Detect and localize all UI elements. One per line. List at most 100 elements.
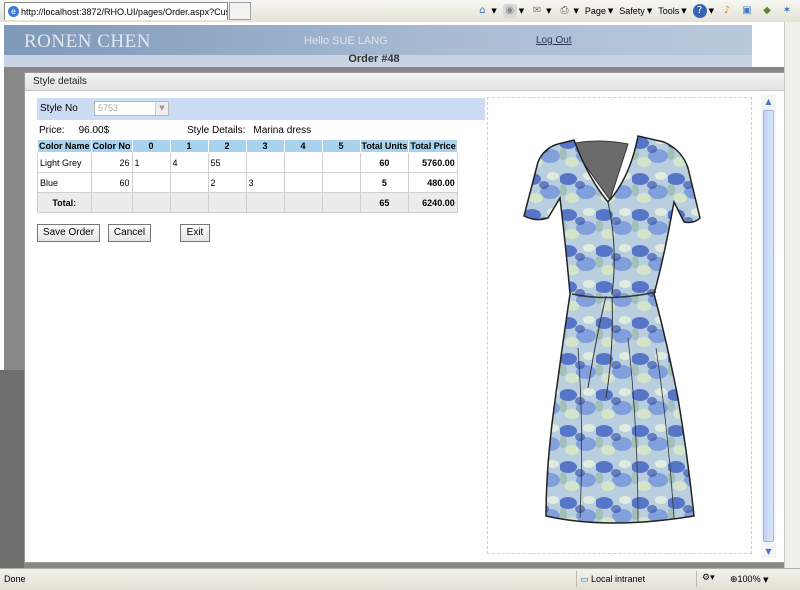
size-5-input[interactable]: [321, 152, 361, 173]
status-bar: Done ▭ Local intranet ⚙▾ ⊕100% ▼: [0, 568, 800, 590]
web-page: RONEN CHEN Hello SUE LANG Log Out Order …: [0, 22, 784, 568]
price-label: Price:: [39, 125, 65, 136]
chevron-down-icon: ▼: [518, 7, 525, 15]
scroll-down-icon[interactable]: ▼: [761, 545, 776, 558]
chevron-down-icon: ▼: [763, 576, 769, 584]
tools-menu[interactable]: Tools ▼: [658, 3, 686, 19]
color-no-cell: 26: [90, 152, 133, 173]
zoom-control[interactable]: ⊕100% ▼: [730, 574, 768, 585]
size-5-input[interactable]: [321, 172, 361, 193]
price-value: 96.00$: [78, 125, 110, 136]
order-table: Color Name Color No 0 1 2 3 4 5 Total Un…: [37, 139, 458, 213]
dialog-title: Style details: [25, 73, 784, 91]
tab-title: http://localhost:3872/RHO.UI/pages/Order…: [21, 7, 228, 17]
safety-menu[interactable]: Safety ▼: [619, 3, 652, 19]
table-row: Light Grey 26 1 4 55 60 5760.00: [37, 152, 458, 173]
chevron-down-icon[interactable]: ▼: [155, 102, 168, 115]
dress-image-panel: [487, 97, 752, 554]
size-2-input[interactable]: 55: [207, 152, 247, 173]
color-name-cell: Light Grey: [37, 152, 92, 173]
dress-image: [523, 135, 701, 524]
mail-button[interactable]: ✉ ▼: [530, 3, 552, 19]
table-header-row: Color Name Color No 0 1 2 3 4 5 Total Un…: [37, 139, 458, 153]
zoom-icon: ⊕: [730, 575, 738, 585]
size-4-input[interactable]: [283, 152, 323, 173]
size-3-input[interactable]: 3: [245, 172, 285, 193]
mail-icon: ✉: [532, 5, 542, 16]
total-label: Total:: [37, 192, 92, 213]
browser-tab[interactable]: e http://localhost:3872/RHO.UI/pages/Ord…: [4, 2, 228, 20]
chevron-down-icon: ▼: [681, 7, 687, 15]
browser-scrollbar[interactable]: [784, 22, 800, 568]
col-header-color-no: Color No: [90, 139, 133, 153]
messenger-icon[interactable]: ▣: [740, 4, 754, 18]
page-menu[interactable]: Page ▼: [585, 3, 613, 19]
browser-toolbar: e http://localhost:3872/RHO.UI/pages/Ord…: [0, 0, 800, 23]
style-details-dialog: Style details Style No 5753 ▼ Price: 96.0…: [24, 72, 784, 563]
print-button[interactable]: ⎙ ▼: [557, 3, 578, 19]
research-icon[interactable]: ♪: [720, 4, 734, 18]
safety-menu-label: Safety: [619, 6, 645, 16]
style-details-value: Marina dress: [253, 125, 312, 136]
feeds-button[interactable]: ◉ ▼: [502, 3, 525, 19]
ie-page-icon: e: [8, 6, 19, 17]
new-tab-button[interactable]: [229, 2, 251, 20]
zone-label: Local intranet: [591, 574, 646, 584]
overlay-shadow: [0, 370, 24, 568]
table-row: Blue 60 2 3 5 480.00: [37, 172, 458, 193]
extension-icon[interactable]: ✶: [780, 4, 794, 18]
order-title: Order #48: [348, 53, 400, 65]
status-text: Done: [4, 574, 26, 584]
logout-link[interactable]: Log Out: [536, 35, 572, 46]
size-4-input[interactable]: [283, 172, 323, 193]
col-header-size-0: 0: [131, 139, 171, 153]
site-header: RONEN CHEN Hello SUE LANG Log Out: [4, 25, 752, 55]
color-name-cell: Blue: [37, 172, 92, 193]
print-icon: ⎙: [560, 5, 569, 16]
chevron-down-icon: ▼: [607, 7, 614, 15]
total-price-cell: 5760.00: [408, 152, 458, 173]
save-order-button[interactable]: Save Order: [37, 224, 100, 242]
size-1-input[interactable]: 4: [169, 152, 209, 173]
home-icon: ⌂: [479, 5, 486, 16]
addon-icon[interactable]: ◆: [760, 4, 774, 18]
style-no-value: 5753: [98, 103, 119, 113]
style-details-label: Style Details:: [187, 125, 246, 136]
protected-mode-icon[interactable]: ⚙▾: [702, 573, 715, 583]
home-button[interactable]: ⌂ ▼: [475, 3, 497, 19]
greeting: Hello SUE LANG: [304, 35, 388, 47]
style-no-row: Style No 5753 ▼: [37, 98, 485, 120]
scroll-up-icon[interactable]: ▲: [761, 95, 776, 108]
grand-total-price: 6240.00: [408, 192, 458, 213]
size-2-input[interactable]: 2: [207, 172, 247, 193]
size-1-input[interactable]: [169, 172, 209, 193]
help-button[interactable]: ? ▼: [692, 3, 714, 19]
col-header-total-units: Total Units: [359, 139, 410, 153]
security-zone: ▭ Local intranet: [580, 574, 645, 585]
intranet-icon: ▭: [580, 575, 589, 585]
col-header-color-name: Color Name: [37, 139, 92, 153]
col-header-size-4: 4: [283, 139, 323, 153]
style-details-line: Style Details: Marina dress: [187, 125, 311, 136]
col-header-total-price: Total Price: [408, 139, 458, 153]
exit-button[interactable]: Exit: [180, 224, 210, 242]
style-no-select[interactable]: 5753 ▼: [94, 101, 169, 116]
total-units-cell: 60: [359, 152, 410, 173]
cancel-button[interactable]: Cancel: [108, 224, 151, 242]
chevron-down-icon: ▼: [646, 7, 653, 15]
size-0-input[interactable]: [131, 172, 171, 193]
total-row: Total: 65 6240.00: [37, 192, 458, 213]
help-icon: ?: [692, 4, 707, 18]
grand-total-units: 65: [359, 192, 410, 213]
zoom-level: 100%: [737, 574, 761, 584]
vertical-scrollbar[interactable]: ▲ ▼: [761, 95, 776, 558]
tools-menu-label: Tools: [658, 6, 680, 16]
total-units-cell: 5: [359, 172, 410, 193]
rss-icon: ◉: [502, 4, 517, 18]
col-header-size-5: 5: [321, 139, 361, 153]
scroll-thumb[interactable]: [763, 110, 774, 542]
size-0-input[interactable]: 1: [131, 152, 171, 173]
size-3-input[interactable]: [245, 152, 285, 173]
col-header-size-2: 2: [207, 139, 247, 153]
chevron-down-icon: ▼: [708, 7, 714, 15]
